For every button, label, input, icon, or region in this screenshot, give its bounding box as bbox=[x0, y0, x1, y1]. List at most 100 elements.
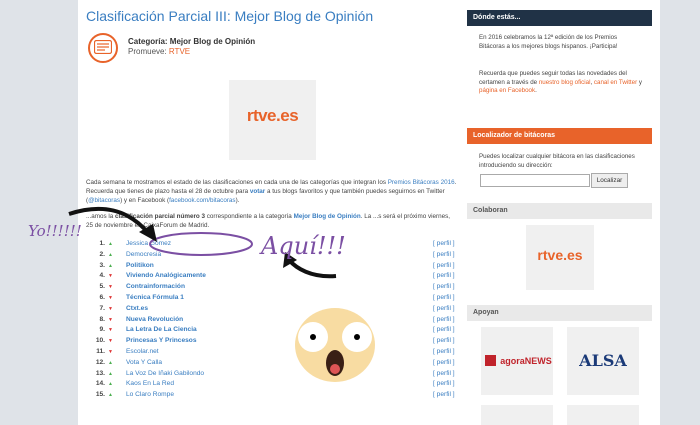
page-title[interactable]: Clasificación Parcial III: Mejor Blog de… bbox=[86, 8, 373, 24]
facebook-page-link[interactable]: página en Facebook bbox=[479, 87, 535, 94]
ranking-row: 11. ▼ Escolar.net [ perfil ] bbox=[86, 348, 458, 359]
colaboran-logo-text: rtve.es bbox=[537, 247, 583, 263]
blog-link[interactable]: La Letra De La Ciencia bbox=[126, 326, 197, 333]
trend-down-icon: ▼ bbox=[108, 338, 113, 345]
apoyan-header: Apoyan bbox=[467, 305, 652, 321]
rank-number: 14. bbox=[95, 380, 105, 388]
trend-down-icon: ▼ bbox=[108, 316, 113, 323]
agoranews-text: agoraNEWS bbox=[500, 356, 552, 366]
blog-link[interactable]: Vota Y Calla bbox=[126, 359, 162, 366]
main-content: Clasificación Parcial III: Mejor Blog de… bbox=[28, 0, 458, 425]
category-name: Mejor Blog de Opinión bbox=[169, 37, 256, 46]
ranking-row: 15. ▲ Lo Claro Rompe [ perfil ] bbox=[86, 391, 458, 402]
ranking-row: 5. ▼ Contrainformación [ perfil ] bbox=[86, 283, 458, 294]
donde-text: En 2016 celebramos la 12ª edición de los… bbox=[479, 34, 618, 50]
donde-follow: , bbox=[590, 78, 593, 86]
colaboran-header: Colaboran bbox=[467, 203, 652, 219]
promueve-link[interactable]: RTVE bbox=[169, 47, 190, 56]
localizador-header: Localizador de bitácoras bbox=[467, 128, 652, 144]
apoyan-title: Apoyan bbox=[473, 309, 499, 316]
perfil-link[interactable]: [ perfil ] bbox=[433, 305, 455, 312]
perfil-link[interactable]: [ perfil ] bbox=[433, 359, 455, 366]
rank-number: 8. bbox=[99, 315, 106, 323]
trend-up-icon: ▲ bbox=[108, 381, 113, 388]
perfil-link[interactable]: [ perfil ] bbox=[433, 326, 455, 333]
perfil-link[interactable]: [ perfil ] bbox=[433, 316, 455, 323]
blog-link[interactable]: Lo Claro Rompe bbox=[126, 391, 174, 398]
ranking-row: 13. ▲ La Voz De Iñaki Gabilondo [ perfil ] bbox=[86, 370, 458, 381]
rtve-logo[interactable]: rtve.es bbox=[229, 80, 316, 160]
colaboran-rtve-logo[interactable]: rtve.es bbox=[526, 225, 594, 290]
perfil-link[interactable]: [ perfil ] bbox=[433, 380, 455, 387]
rank-number: 12. bbox=[95, 358, 105, 366]
donde-follow: y bbox=[638, 78, 642, 86]
apoyan-logo-3[interactable] bbox=[481, 405, 553, 425]
perfil-link[interactable]: [ perfil ] bbox=[433, 262, 455, 269]
ranking-row: 8. ▼ Nueva Revolución [ perfil ] bbox=[86, 316, 458, 327]
localizar-button[interactable]: Localizar bbox=[591, 173, 628, 188]
intro-text: Cada semana te mostramos el estado de la… bbox=[86, 179, 386, 186]
ranking-row: 14. ▲ Kaos En La Red [ perfil ] bbox=[86, 380, 458, 391]
blog-link[interactable]: Técnica Fórmula 1 bbox=[126, 294, 184, 301]
highlight-ellipse bbox=[149, 232, 253, 256]
perfil-link[interactable]: [ perfil ] bbox=[433, 348, 455, 355]
ranking-row: 6. ▼ Técnica Fórmula 1 [ perfil ] bbox=[86, 294, 458, 305]
annotation-aqui: Aquí!!! bbox=[261, 232, 346, 260]
perfil-link[interactable]: [ perfil ] bbox=[433, 370, 455, 377]
twitter-channel-link[interactable]: canal en Twitter bbox=[594, 79, 637, 86]
trend-down-icon: ▼ bbox=[108, 327, 113, 334]
trend-up-icon: ▲ bbox=[108, 370, 113, 377]
rank-number: 5. bbox=[99, 283, 106, 291]
donde-follow: . bbox=[535, 87, 537, 95]
alsa-text: ALSA bbox=[579, 351, 627, 370]
premios-link[interactable]: Premios Bitácoras 2016 bbox=[388, 179, 455, 186]
perfil-link[interactable]: [ perfil ] bbox=[433, 294, 455, 301]
donde-header: Dónde estás... bbox=[467, 10, 652, 26]
perfil-link[interactable]: [ perfil ] bbox=[433, 240, 455, 247]
category-prefix: Categoría: bbox=[128, 37, 168, 46]
apoyan-logo-4[interactable] bbox=[567, 405, 639, 425]
localizador-title: Localizador de bitácoras bbox=[473, 132, 556, 139]
localizador-text: Puedes localizar cualquier bitácora en l… bbox=[479, 153, 635, 169]
blog-link[interactable]: La Voz De Iñaki Gabilondo bbox=[126, 370, 204, 377]
shocked-face-emoji bbox=[295, 308, 375, 382]
category-line: Categoría: Mejor Blog de Opinión bbox=[128, 37, 255, 46]
trend-up-icon: ▲ bbox=[108, 392, 113, 399]
perfil-link[interactable]: [ perfil ] bbox=[433, 283, 455, 290]
blog-link[interactable]: Contrainformación bbox=[126, 283, 185, 290]
rank-number: 7. bbox=[99, 304, 106, 312]
perfil-link[interactable]: [ perfil ] bbox=[433, 272, 455, 279]
perfil-link[interactable]: [ perfil ] bbox=[433, 391, 455, 398]
blog-oficial-link[interactable]: nuestro blog oficial bbox=[539, 79, 591, 86]
trend-down-icon: ▼ bbox=[108, 305, 113, 312]
trend-down-icon: ▼ bbox=[108, 284, 113, 291]
votar-link[interactable]: votar bbox=[250, 188, 265, 195]
perfil-link[interactable]: [ perfil ] bbox=[433, 251, 455, 258]
donde-title: Dónde estás... bbox=[473, 14, 521, 21]
blog-link[interactable]: Escolar.net bbox=[126, 348, 159, 355]
perfil-link[interactable]: [ perfil ] bbox=[433, 337, 455, 344]
annotation-yo: Yo!!!!!! bbox=[28, 222, 82, 240]
blog-search-input[interactable] bbox=[480, 174, 590, 187]
blog-link[interactable]: Kaos En La Red bbox=[126, 380, 174, 387]
rank-number: 15. bbox=[95, 391, 105, 399]
page: Clasificación Parcial III: Mejor Blog de… bbox=[28, 0, 660, 425]
blog-link[interactable]: Nueva Revolución bbox=[126, 316, 183, 323]
trend-down-icon: ▼ bbox=[108, 348, 113, 355]
ranking-row: 9. ▼ La Letra De La Ciencia [ perfil ] bbox=[86, 326, 458, 337]
agoranews-logo[interactable]: agoraNEWS bbox=[481, 327, 553, 395]
blog-link[interactable]: Ctxt.es bbox=[126, 305, 148, 312]
promueve-line: Promueve: RTVE bbox=[128, 47, 190, 56]
sidebar: Dónde estás... En 2016 celebramos la 12ª… bbox=[467, 0, 652, 425]
ranking-row: 7. ▼ Ctxt.es [ perfil ] bbox=[86, 305, 458, 316]
rank-number: 9. bbox=[99, 326, 106, 334]
rank-number: 6. bbox=[99, 293, 106, 301]
colaboran-title: Colaboran bbox=[473, 207, 508, 214]
rtve-logo-text: rtve.es bbox=[246, 106, 299, 125]
trend-down-icon: ▼ bbox=[108, 294, 113, 301]
donde-follow-text: Recuerda que puedes seguir todas las nov… bbox=[479, 70, 644, 96]
rank-number: 13. bbox=[95, 369, 105, 377]
arrow-aqui bbox=[287, 258, 337, 279]
blog-link[interactable]: Princesas Y Princesos bbox=[126, 337, 197, 344]
alsa-logo[interactable]: ALSA bbox=[567, 327, 639, 395]
